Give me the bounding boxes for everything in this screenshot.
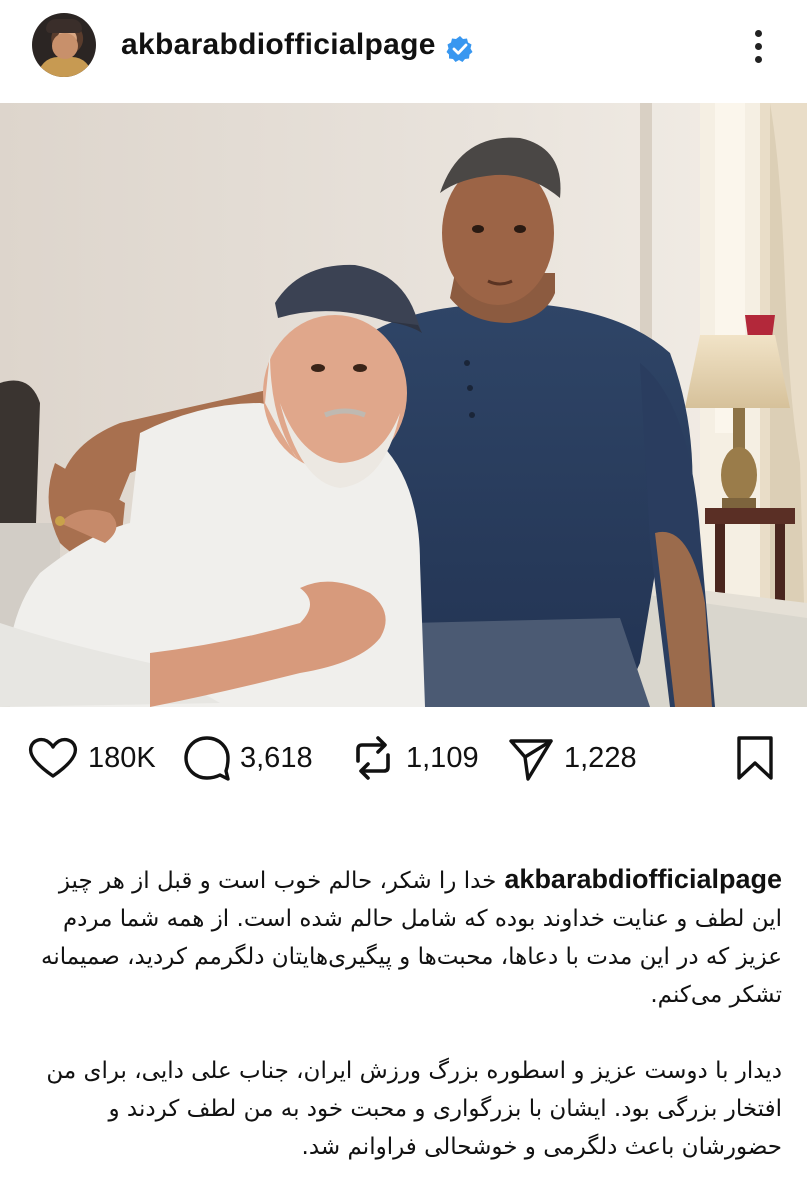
send-icon[interactable] xyxy=(506,733,556,783)
post-photo[interactable] xyxy=(0,103,807,707)
verified-badge-icon xyxy=(446,36,473,62)
post-caption: akbarabdiofficialpageخدا را شکر، حالم خو… xyxy=(22,860,782,1166)
post-actions: 180K 3,618 1,109 1,228 xyxy=(0,728,807,788)
share-action[interactable]: 1,228 xyxy=(506,728,637,788)
comment-action[interactable]: 3,618 xyxy=(182,728,313,788)
bookmark-icon[interactable] xyxy=(734,734,776,782)
heart-icon[interactable] xyxy=(26,736,80,780)
profile-username[interactable]: akbarabdiofficialpage xyxy=(121,28,436,62)
share-count: 1,228 xyxy=(564,741,637,774)
caption-paragraph-2: دیدار با دوست عزیز و اسطوره بزرگ ورزش ای… xyxy=(46,1058,782,1160)
like-count: 180K xyxy=(88,741,156,774)
more-options-icon[interactable] xyxy=(748,26,768,70)
caption-paragraph-1: akbarabdiofficialpageخدا را شکر، حالم خو… xyxy=(22,860,782,1014)
repost-icon[interactable] xyxy=(348,733,398,783)
save-action[interactable] xyxy=(734,728,776,788)
comment-bubble-icon[interactable] xyxy=(182,734,232,782)
profile-avatar[interactable] xyxy=(32,13,96,77)
post-header: akbarabdiofficialpage xyxy=(0,0,807,100)
like-action[interactable]: 180K xyxy=(26,728,156,788)
comment-count: 3,618 xyxy=(240,741,313,774)
repost-action[interactable]: 1,109 xyxy=(348,728,479,788)
repost-count: 1,109 xyxy=(406,741,479,774)
post-image xyxy=(0,103,807,707)
caption-username[interactable]: akbarabdiofficialpage xyxy=(504,864,782,894)
